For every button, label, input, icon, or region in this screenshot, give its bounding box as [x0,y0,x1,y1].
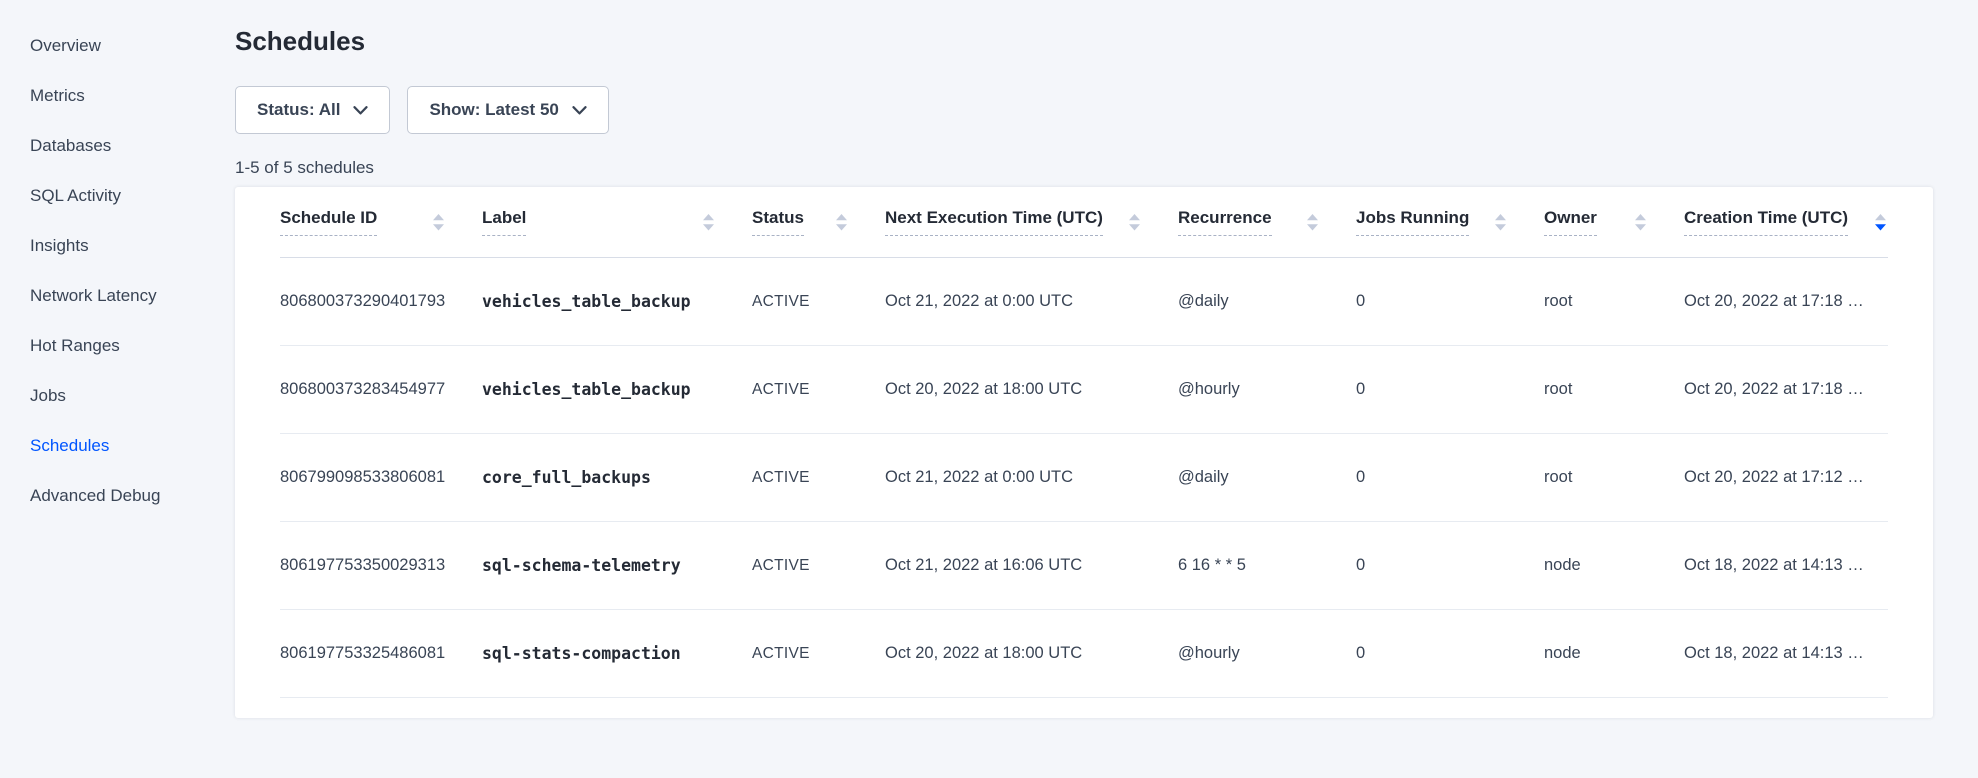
column-header-status[interactable]: Status [752,208,885,236]
cell-status: ACTIVE [752,293,885,311]
cell-jobs-running: 0 [1356,380,1544,399]
cell-schedule-id: 806197753325486081 [280,644,482,663]
table-header-row: Schedule ID Label Status Next Execution … [280,187,1888,258]
cell-jobs-running: 0 [1356,292,1544,311]
table-row: 806800373290401793 vehicles_table_backup… [280,258,1888,346]
chevron-down-icon [572,106,587,115]
status-filter-label: Status: All [257,100,340,120]
cell-status: ACTIVE [752,645,885,663]
table-row: 806799098533806081 core_full_backups ACT… [280,434,1888,522]
sidebar-item-metrics[interactable]: Metrics [0,71,235,121]
sidebar-item-network-latency[interactable]: Network Latency [0,271,235,321]
cell-label: core_full_backups [482,468,752,487]
cell-jobs-running: 0 [1356,556,1544,575]
cell-schedule-id: 806800373290401793 [280,292,482,311]
sidebar: OverviewMetricsDatabasesSQL ActivityInsi… [0,0,235,521]
cell-creation-time: Oct 18, 2022 at 14:13 UTC [1684,644,1888,663]
cell-next-execution-time: Oct 21, 2022 at 0:00 UTC [885,292,1178,311]
sort-icon[interactable] [433,214,444,231]
sort-icon[interactable] [1875,214,1886,231]
sort-icon[interactable] [1495,214,1506,231]
cell-schedule-id: 806197753350029313 [280,556,482,575]
column-header-recurrence[interactable]: Recurrence [1178,208,1356,236]
sidebar-item-insights[interactable]: Insights [0,221,235,271]
sort-icon[interactable] [1307,214,1318,231]
column-header-jobs-running[interactable]: Jobs Running [1356,208,1544,236]
cell-status: ACTIVE [752,381,885,399]
table-row: 806800373283454977 vehicles_table_backup… [280,346,1888,434]
cell-label: sql-schema-telemetry [482,556,752,575]
sidebar-item-databases[interactable]: Databases [0,121,235,171]
cell-recurrence: @daily [1178,468,1356,487]
schedules-page: Schedules Status: All Show: Latest 50 1-… [235,0,1978,718]
cell-recurrence: 6 16 * * 5 [1178,556,1356,575]
table-body: 806800373290401793 vehicles_table_backup… [280,258,1888,698]
cell-owner: root [1544,380,1684,399]
cell-jobs-running: 0 [1356,468,1544,487]
cell-status: ACTIVE [752,469,885,487]
cell-label: vehicles_table_backup [482,380,752,399]
cell-owner: node [1544,644,1684,663]
sidebar-item-overview[interactable]: Overview [0,21,235,71]
cell-next-execution-time: Oct 20, 2022 at 18:00 UTC [885,380,1178,399]
cell-status: ACTIVE [752,557,885,575]
status-filter-dropdown[interactable]: Status: All [235,86,390,134]
cell-next-execution-time: Oct 20, 2022 at 18:00 UTC [885,644,1178,663]
sort-icon[interactable] [703,214,714,231]
cell-recurrence: @hourly [1178,644,1356,663]
cell-owner: root [1544,468,1684,487]
sidebar-item-advanced-debug[interactable]: Advanced Debug [0,471,235,521]
sidebar-item-schedules[interactable]: Schedules [0,421,235,471]
page-title: Schedules [235,26,1978,57]
cell-creation-time: Oct 20, 2022 at 17:18 UTC [1684,292,1888,311]
column-header-schedule-id[interactable]: Schedule ID [280,208,482,236]
column-header-next-execution-time-utc[interactable]: Next Execution Time (UTC) [885,208,1178,236]
show-filter-label: Show: Latest 50 [429,100,558,120]
sort-icon[interactable] [836,214,847,231]
filters-bar: Status: All Show: Latest 50 [235,86,1978,134]
sidebar-item-jobs[interactable]: Jobs [0,371,235,421]
schedules-table-card: Schedule ID Label Status Next Execution … [235,187,1933,718]
cell-recurrence: @daily [1178,292,1356,311]
table-row: 806197753350029313 sql-schema-telemetry … [280,522,1888,610]
table-row: 806197753325486081 sql-stats-compaction … [280,610,1888,698]
column-header-creation-time-utc[interactable]: Creation Time (UTC) [1684,208,1888,236]
cell-label: vehicles_table_backup [482,292,752,311]
cell-creation-time: Oct 20, 2022 at 17:18 UTC [1684,380,1888,399]
cell-owner: root [1544,292,1684,311]
cell-creation-time: Oct 18, 2022 at 14:13 UTC [1684,556,1888,575]
cell-jobs-running: 0 [1356,644,1544,663]
cell-next-execution-time: Oct 21, 2022 at 0:00 UTC [885,468,1178,487]
chevron-down-icon [353,106,368,115]
column-header-label[interactable]: Label [482,208,752,236]
cell-schedule-id: 806800373283454977 [280,380,482,399]
sidebar-item-sql-activity[interactable]: SQL Activity [0,171,235,221]
column-header-owner[interactable]: Owner [1544,208,1684,236]
cell-owner: node [1544,556,1684,575]
results-count: 1-5 of 5 schedules [235,158,1978,178]
sort-icon[interactable] [1635,214,1646,231]
cell-next-execution-time: Oct 21, 2022 at 16:06 UTC [885,556,1178,575]
cell-recurrence: @hourly [1178,380,1356,399]
sidebar-item-hot-ranges[interactable]: Hot Ranges [0,321,235,371]
sort-icon[interactable] [1129,214,1140,231]
cell-label: sql-stats-compaction [482,644,752,663]
cell-schedule-id: 806799098533806081 [280,468,482,487]
show-filter-dropdown[interactable]: Show: Latest 50 [407,86,608,134]
cell-creation-time: Oct 20, 2022 at 17:12 UTC [1684,468,1888,487]
